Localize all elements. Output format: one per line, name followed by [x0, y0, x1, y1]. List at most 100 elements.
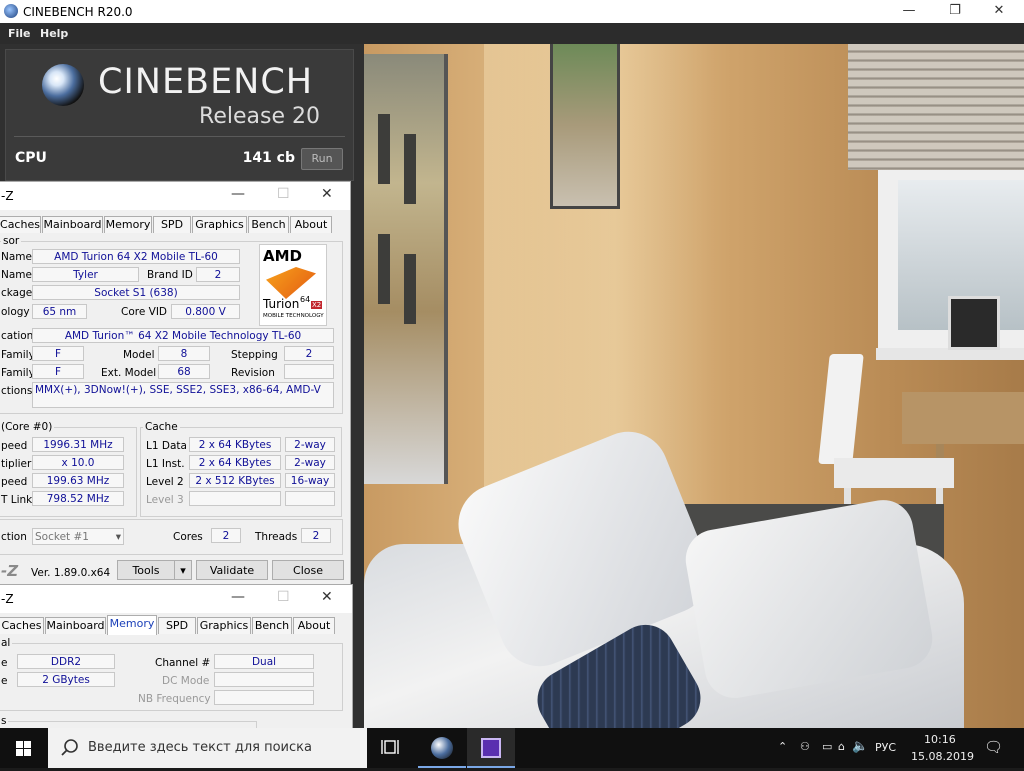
tab2-bench[interactable]: Bench [252, 617, 292, 634]
cpuz-close-button[interactable]: ✕ [321, 186, 333, 202]
tab2-spd[interactable]: SPD [158, 617, 196, 634]
level2-size: 2 x 512 KBytes [189, 473, 281, 488]
network-icon[interactable]: ⌂ [838, 740, 845, 753]
brandid-label: Brand ID [147, 269, 193, 281]
tab2-graphics[interactable]: Graphics [197, 617, 251, 634]
socket-select[interactable]: Socket #1 ▾ [32, 528, 124, 545]
cpuz-title: -Z [1, 189, 14, 203]
start-button[interactable] [0, 728, 48, 768]
taskbar-cpuz[interactable] [467, 728, 515, 768]
tab-spd[interactable]: SPD [153, 216, 191, 233]
clocks-group-title: (Core #0) [0, 421, 55, 433]
l1-inst-way: 2-way [285, 455, 335, 470]
cpuz-tabs: Caches Mainboard Memory SPD Graphics Ben… [0, 214, 350, 234]
cpuz2-close-button[interactable]: ✕ [321, 589, 333, 605]
chair-back [818, 354, 864, 464]
cinebench-logo-text: CINEBENCH [98, 62, 314, 102]
taskbar: Введите здесь текст для поиска ⌃ ⚇ ▭ ⌂ 🔈… [0, 728, 1024, 768]
chevron-down-icon: ▾ [115, 531, 121, 543]
tab2-mainboard[interactable]: Mainboard [45, 617, 106, 634]
clock-date[interactable]: 15.08.2019 [911, 750, 974, 763]
taskbar-search[interactable]: Введите здесь текст для поиска [48, 728, 367, 768]
l1-data-way: 2-way [285, 437, 335, 452]
painting-window [404, 134, 416, 204]
cpuz-titlebar: -Z — ☐ ✕ [0, 182, 350, 210]
tab-bench[interactable]: Bench [248, 216, 289, 233]
tab2-about[interactable]: About [293, 617, 335, 634]
mobile-technology-text: MOBILE TECHNOLOGY [263, 313, 324, 319]
technology-value: 65 nm [32, 304, 87, 319]
specification-value: AMD Turion™ 64 X2 Mobile Technology TL-6… [32, 328, 334, 343]
people-icon[interactable]: ⚇ [800, 740, 810, 753]
cinebench-app-icon [4, 4, 18, 18]
memory-size-value: 2 GBytes [17, 672, 115, 687]
window-titlebar: CINEBENCH R20.0 — ❐ ✕ [0, 0, 1024, 23]
cpu-name-value: AMD Turion 64 X2 Mobile TL-60 [32, 249, 240, 264]
battery-icon[interactable]: ▭ [822, 740, 832, 753]
memory-type-label: e [1, 657, 8, 669]
menu-bar: File Help [0, 23, 1024, 44]
maximize-button[interactable]: ❐ [932, 0, 978, 23]
language-indicator[interactable]: РУС [875, 741, 896, 754]
tools-button[interactable]: Tools [117, 560, 175, 580]
chair-seat [834, 458, 954, 488]
l1-inst-size: 2 x 64 KBytes [189, 455, 281, 470]
cpuz2-minimize-button[interactable]: — [231, 589, 245, 605]
level2-way: 16-way [285, 473, 335, 488]
cpuz-version: Ver. 1.89.0.x64 [31, 567, 111, 579]
threads-label: Threads [255, 531, 298, 543]
volume-icon[interactable]: 🔈 [852, 739, 868, 754]
tab-mainboard[interactable]: Mainboard [42, 216, 103, 233]
memory-size-label: e [1, 675, 8, 687]
socket-select-value: Socket #1 [35, 531, 89, 543]
tab-memory[interactable]: Memory [104, 216, 152, 233]
tab-graphics[interactable]: Graphics [192, 216, 247, 233]
stepping-value: 2 [284, 346, 334, 361]
cpuz2-maximize-button[interactable]: ☐ [277, 589, 290, 605]
minimize-button[interactable]: — [886, 0, 932, 23]
cpuz-window-cpu: -Z — ☐ ✕ Caches Mainboard Memory SPD Gra… [0, 181, 351, 586]
threads-value: 2 [301, 528, 331, 543]
technology-label: ology [1, 306, 30, 318]
core-speed-value: 1996.31 MHz [32, 437, 124, 452]
cpuz-taskbar-icon [481, 738, 501, 758]
cpuz-maximize-button[interactable]: ☐ [277, 186, 290, 202]
l1-inst-label: L1 Inst. [146, 458, 185, 470]
model-value: 8 [158, 346, 210, 361]
cpuz-close-footer-button[interactable]: Close [272, 560, 344, 580]
cinema4d-logo-icon [42, 64, 84, 106]
task-view-button[interactable] [368, 728, 416, 768]
codename-label: Name [1, 269, 32, 281]
notification-icon[interactable]: 🗨 [984, 738, 1003, 756]
cpuz-window-memory: -Z — ☐ ✕ Caches Mainboard Memory SPD Gra… [0, 584, 353, 734]
cpuz2-titlebar: -Z — ☐ ✕ [0, 585, 352, 613]
stepping-label: Stepping [231, 349, 278, 361]
timings-group-title: s [0, 715, 9, 727]
multiplier-value: x 10.0 [32, 455, 124, 470]
run-button[interactable]: Run [301, 148, 343, 170]
cpu-test-label: CPU [15, 150, 47, 166]
tools-dropdown-button[interactable]: ▾ [174, 560, 192, 580]
taskbar-cinebench[interactable] [418, 728, 466, 768]
ht-link-value: 798.52 MHz [32, 491, 124, 506]
chevron-up-icon[interactable]: ⌃ [778, 740, 787, 753]
cpuz-minimize-button[interactable]: — [231, 186, 245, 202]
tab-caches[interactable]: Caches [0, 216, 41, 233]
level2-label: Level 2 [146, 476, 184, 488]
painting-window [378, 114, 390, 184]
tab-about[interactable]: About [290, 216, 332, 233]
ext-family-label: Family [1, 367, 35, 379]
menu-help[interactable]: Help [40, 27, 68, 40]
tab2-memory[interactable]: Memory [107, 615, 157, 635]
tab2-caches[interactable]: Caches [0, 617, 44, 634]
search-placeholder: Введите здесь текст для поиска [88, 740, 312, 755]
clock-time[interactable]: 10:16 [924, 733, 956, 746]
close-button[interactable]: ✕ [976, 0, 1022, 23]
menu-file[interactable]: File [8, 27, 31, 40]
level3-size [189, 491, 281, 506]
revision-value [284, 364, 334, 379]
validate-button[interactable]: Validate [196, 560, 268, 580]
package-label: ckage [1, 287, 33, 299]
turion-x2-badge: X2 [311, 301, 323, 309]
logo-divider [14, 136, 345, 137]
